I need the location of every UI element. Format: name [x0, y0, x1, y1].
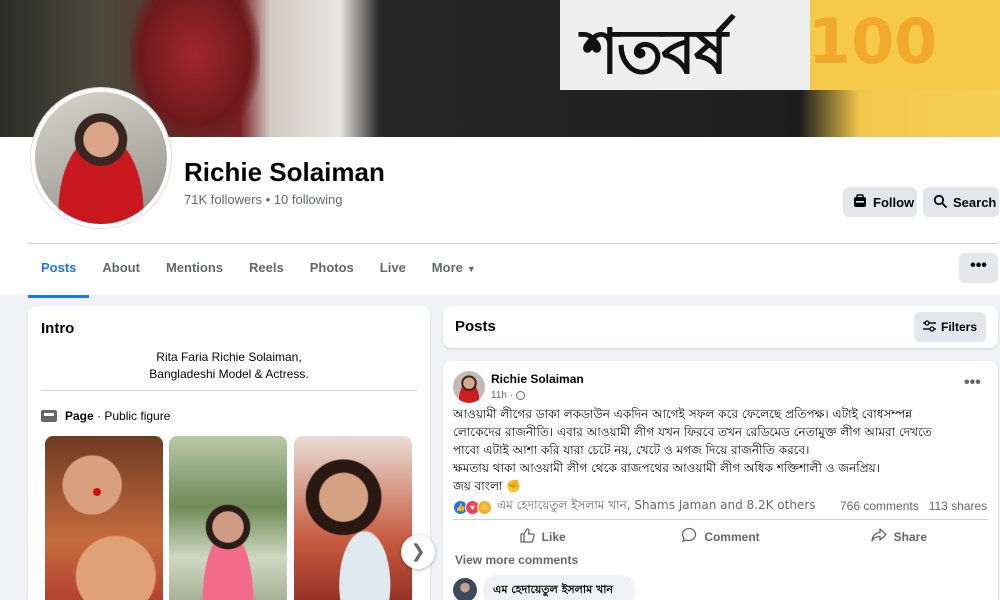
profile-avatar[interactable] — [31, 88, 171, 228]
like-button[interactable]: Like — [453, 520, 631, 553]
more-options-button[interactable]: ••• — [959, 253, 998, 283]
post-options-button[interactable]: ••• — [964, 374, 981, 392]
tab-reels[interactable]: Reels — [236, 250, 297, 292]
intro-divider — [41, 390, 417, 391]
like-label: Like — [541, 529, 566, 544]
comment-bubble: এম হেদায়েতুল ইসলাম খান — [483, 575, 635, 600]
post-timestamp[interactable]: 11h · — [491, 390, 526, 401]
globe-icon — [516, 391, 526, 400]
reactions-summary[interactable]: 👍 ♥ ☺ এম হেদায়েতুল ইসলাম খান, Shams Jam… — [453, 497, 816, 517]
caret-down-icon: ▼ — [466, 264, 476, 274]
follow-icon — [853, 193, 867, 211]
thumbs-up-icon — [519, 527, 535, 547]
commenter-name[interactable]: এম হেদায়েতুল ইসলাম খান — [493, 581, 613, 600]
reaction-names: এম হেদায়েতুল ইসলাম খান, Shams Jaman and… — [497, 498, 816, 512]
share-button[interactable]: Share — [810, 520, 988, 553]
tab-photos[interactable]: Photos — [297, 250, 367, 292]
page-label: Page — [65, 409, 94, 423]
post-text-line: জয় বাংলা ✊ — [453, 479, 522, 493]
engagement-counts: 766 comments 113 shares — [840, 499, 987, 513]
cover-text: শতবর্ষ — [582, 15, 728, 88]
follow-button[interactable]: Follow — [843, 187, 917, 217]
post-text-line: পাবো এটাই আশা করি যারা চেটে নয়, খেটে ও … — [453, 443, 810, 457]
search-label: Search — [953, 194, 997, 210]
share-label: Share — [893, 529, 927, 544]
header-divider — [28, 243, 998, 244]
bindi-detail — [93, 488, 101, 496]
comment-label: Comment — [704, 529, 760, 544]
page-category: · Public figure — [93, 409, 171, 423]
tab-live[interactable]: Live — [367, 250, 419, 292]
tab-photos-label: Photos — [309, 260, 354, 275]
intro-page-category: Page · Public figure — [41, 409, 170, 423]
featured-photo[interactable] — [45, 436, 163, 600]
comment-icon — [681, 527, 697, 547]
tab-reels-label: Reels — [249, 260, 284, 275]
shares-count[interactable]: 113 shares — [929, 499, 987, 513]
search-button[interactable]: Search — [923, 187, 999, 217]
intro-bio: Rita Faria Richie Solaiman, Bangladeshi … — [28, 349, 430, 383]
posts-title: Posts — [455, 318, 496, 335]
tab-posts-label: Posts — [41, 260, 77, 275]
tab-about-label: About — [102, 260, 140, 275]
profile-tabs: Posts About Mentions Reels Photos Live M… — [28, 250, 489, 298]
haha-reaction-icon: ☺ — [477, 499, 492, 515]
comment-button[interactable]: Comment — [631, 520, 809, 553]
profile-name: Richie Solaiman — [184, 157, 385, 187]
tab-live-label: Live — [379, 260, 406, 275]
cover-number: 100 — [808, 5, 938, 78]
post-text-line: লোকেদের রাজনীতি। এবার আওয়ামী লীগ যখন ফি… — [453, 425, 932, 439]
intro-title: Intro — [41, 320, 75, 337]
filters-label: Filters — [940, 320, 977, 334]
comments-count[interactable]: 766 comments — [840, 499, 919, 513]
profile-stats[interactable]: 71K followers • 10 following — [184, 192, 342, 207]
search-icon — [933, 194, 947, 211]
featured-photo[interactable] — [169, 436, 287, 600]
tab-more[interactable]: More ▼ — [419, 250, 489, 292]
filters-button[interactable]: Filters — [914, 312, 986, 342]
view-more-comments-link[interactable]: View more comments — [455, 553, 578, 567]
post-text: আওয়ামী লীগের ডাকা লকডাউন একদিন আগেই সফল… — [453, 405, 993, 495]
post-time: 11h · — [491, 390, 514, 401]
post-author-name[interactable]: Richie Solaiman — [491, 372, 584, 386]
follow-label: Follow — [873, 194, 915, 210]
commenter-avatar[interactable] — [453, 578, 477, 600]
tab-about[interactable]: About — [89, 250, 153, 292]
chevron-right-icon[interactable]: ❯ — [401, 535, 435, 569]
post-author-avatar[interactable] — [453, 371, 485, 403]
intro-card: Intro Rita Faria Richie Solaiman, Bangla… — [28, 306, 435, 600]
intro-bio-line: Rita Faria Richie Solaiman, — [156, 350, 302, 364]
tab-posts[interactable]: Posts — [28, 250, 90, 298]
featured-photo[interactable] — [294, 436, 412, 600]
intro-bio-line: Bangladeshi Model & Actress. — [149, 367, 309, 381]
share-icon — [870, 527, 887, 547]
filters-icon — [922, 319, 936, 335]
tab-mentions[interactable]: Mentions — [153, 250, 236, 292]
flag-icon — [41, 409, 57, 423]
post-text-line: ক্ষমতায় থাকা আওয়ামী লীগ থেকে রাজপথের আ… — [453, 461, 881, 475]
post-text-line: আওয়ামী লীগের ডাকা লকডাউন একদিন আগেই সফল… — [453, 407, 913, 421]
post-actions: Like Comment Share — [453, 519, 988, 553]
tab-more-label: More — [431, 260, 463, 275]
tab-mentions-label: Mentions — [165, 260, 224, 275]
post-card: Richie Solaiman 11h · ••• আওয়ামী লীগের … — [443, 361, 998, 600]
posts-header: Posts Filters — [443, 306, 998, 348]
